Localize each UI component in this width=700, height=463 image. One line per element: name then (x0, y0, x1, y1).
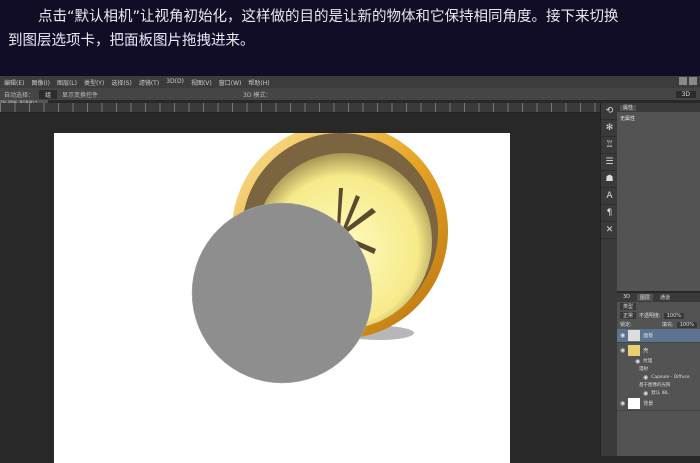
document-canvas[interactable] (54, 133, 510, 463)
layer-name: 壳 (643, 347, 649, 354)
options-bar: 自动选择： 组 显示变换控件 3D 模式： 3D (0, 88, 700, 100)
fill-field[interactable]: 100% (676, 321, 697, 328)
history-icon[interactable]: ⟲ (601, 103, 618, 120)
minimize-button[interactable] (679, 77, 687, 85)
layer-row-shell[interactable]: ◉ 壳 (617, 343, 700, 357)
layers-panel: 3D 图层 通道 类型 正常 不透明度: 100% 锁定: 填充: 100% ◉… (617, 293, 700, 456)
instruction-banner: 点击“默认相机”让视角初始化，这样做的目的是让新的物体和它保持相同角度。接下来切… (0, 0, 700, 76)
layer-row-background[interactable]: ◉ 背景 (617, 397, 700, 411)
tab-channels[interactable]: 通道 (657, 294, 673, 301)
tab-3d[interactable]: 3D (620, 294, 633, 301)
tab-layers[interactable]: 图层 (637, 294, 654, 301)
gray-circle (191, 202, 373, 384)
restore-button[interactable] (689, 77, 697, 85)
brush-preset-icon[interactable]: ♖ (601, 137, 618, 154)
filter-type-dropdown[interactable]: 类型 (620, 303, 637, 310)
menu-select[interactable]: 选择(S) (111, 78, 132, 87)
menu-edit[interactable]: 编辑(E) (4, 78, 24, 87)
instruction-line-1: 点击“默认相机”让视角初始化，这样做的目的是让新的物体和它保持相同角度。接下来切… (38, 9, 619, 25)
menu-view[interactable]: 视图(V) (191, 78, 212, 87)
opacity-label: 不透明度: (639, 313, 661, 319)
sliders-icon[interactable]: ☰ (601, 154, 618, 171)
sublayer-default-ibl[interactable]: ◉ 默认 IBL (617, 389, 700, 397)
eye-icon[interactable]: ◉ (620, 347, 625, 354)
blend-mode-dropdown[interactable]: 正常 (620, 312, 637, 319)
workspace-dropdown[interactable]: 3D (675, 90, 696, 98)
eye-icon[interactable]: ◉ (620, 400, 625, 407)
menu-3d[interactable]: 3D(D) (166, 78, 184, 86)
people-icon[interactable]: ☗ (601, 171, 618, 188)
menu-image[interactable]: 图像(I) (31, 78, 49, 87)
layer-thumbnail (628, 398, 641, 409)
properties-tab[interactable]: 属性 (620, 105, 637, 111)
layer-thumbnail (628, 344, 641, 356)
sublayer-ibl: 基于图像的光照 (639, 383, 671, 388)
layer-name: 背景 (643, 401, 654, 407)
layer-name: 面板 (643, 333, 654, 339)
horizontal-ruler (0, 103, 600, 113)
menu-filter[interactable]: 滤镜(T) (139, 78, 159, 87)
instruction-line-2: 到图层选项卡，把面板图片拖拽进来。 (8, 33, 255, 49)
lock-label: 锁定: (620, 322, 632, 328)
mode-3d-label: 3D 模式： (243, 91, 272, 99)
sublayer-diffuse: 漫射 (639, 367, 648, 372)
eye-icon[interactable]: ◉ (620, 332, 625, 339)
sublayer-capsule-diffuse[interactable]: ◉ Capsule - Diffuse (617, 373, 700, 381)
menu-window[interactable]: 窗口(W) (219, 78, 242, 87)
menu-layer[interactable]: 图层(L) (57, 78, 77, 87)
properties-title: 无属性 (620, 116, 636, 122)
paragraph-icon[interactable]: ¶ (601, 205, 618, 222)
properties-panel: 属性 无属性 (617, 103, 700, 291)
auto-select-label: 自动选择： (4, 91, 35, 99)
menu-bar: 编辑(E) 图像(I) 图层(L) 类型(Y) 选择(S) 滤镜(T) 3D(D… (0, 76, 700, 88)
panel-icon-column: ⟲ ✻ ♖ ☰ ☗ A ¶ ✕ (600, 103, 618, 456)
character-icon[interactable]: A (601, 188, 618, 205)
sublayer-textures[interactable]: ◉ 纹理 (617, 357, 700, 365)
show-transform-checkbox[interactable]: 显示变换控件 (62, 90, 98, 99)
layer-thumbnail (628, 330, 641, 341)
artwork (191, 133, 448, 384)
auto-select-dropdown[interactable]: 组 (39, 89, 58, 99)
canvas-area[interactable] (0, 113, 597, 463)
adjust-icon[interactable]: ✻ (601, 120, 618, 137)
menu-type[interactable]: 类型(Y) (84, 78, 104, 87)
fill-label: 填充: (662, 322, 674, 328)
tools-icon[interactable]: ✕ (601, 222, 618, 239)
menu-help[interactable]: 帮助(H) (248, 78, 269, 87)
opacity-field[interactable]: 100% (663, 312, 684, 319)
layer-row-panel[interactable]: ◉ 面板 (617, 329, 700, 343)
